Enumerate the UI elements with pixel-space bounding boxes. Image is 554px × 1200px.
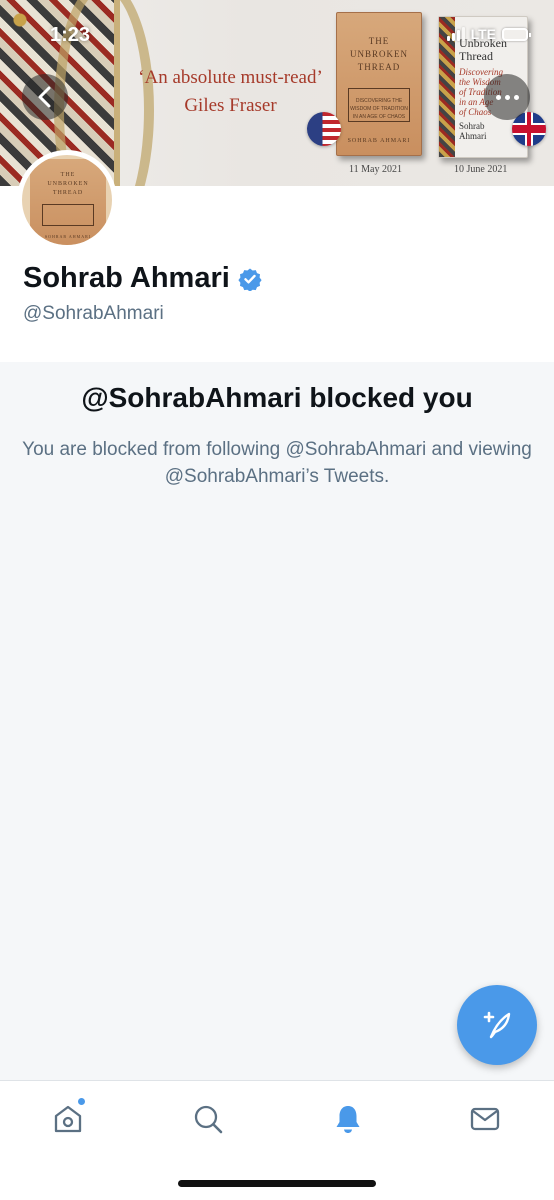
book-us-title-1: THE [368, 36, 390, 46]
search-icon [194, 1105, 223, 1134]
avatar-book-image: THE UNBROKEN THREAD SOHRAB AHMARI [30, 159, 106, 245]
book-uk-title-2: Thread [459, 49, 493, 63]
book-us-subtitle-2: WISDOM OF TRADITION [350, 106, 408, 112]
more-options-button[interactable] [484, 74, 530, 120]
more-dots-icon [495, 94, 519, 100]
book-us-author: SOHRAB AHMARI [347, 138, 411, 144]
status-time: 1:23 [50, 24, 91, 46]
avatar-book-title-1: THE [60, 172, 76, 178]
avatar[interactable]: THE UNBROKEN THREAD SOHRAB AHMARI [17, 150, 117, 250]
compose-feather-icon [483, 1011, 511, 1039]
verified-badge-icon [238, 268, 262, 291]
avatar-book-box [42, 204, 94, 226]
book-us-title-2: UNBROKEN [349, 49, 408, 59]
banner-quote: ‘An absolute must-read’ Giles Fraser [128, 64, 333, 120]
status-indicators: LTE [446, 26, 531, 42]
book-us-date: 11 May 2021 [349, 164, 402, 175]
profile-name-row: Sohrab Ahmari [23, 262, 262, 295]
avatar-book-author: SOHRAB AHMARI [44, 234, 92, 239]
book-us-subtitle-1: DISCOVERING THE [355, 98, 403, 104]
book-cover-us: THE UNBROKEN THREAD DISCOVERING THE WISD… [336, 12, 422, 156]
us-flag-icon [307, 112, 341, 146]
mail-icon [470, 1107, 500, 1131]
battery-icon [502, 27, 531, 41]
blocked-description: You are blocked from following @SohrabAh… [22, 439, 532, 487]
banner-quote-text: ‘An absolute must-read’ [138, 67, 323, 88]
blocked-title: @SohrabAhmari blocked you [81, 382, 473, 413]
book-us-subtitle-box: DISCOVERING THE WISDOM OF TRADITION IN A… [348, 88, 410, 122]
book-us-title-3: THREAD [357, 62, 401, 72]
home-icon [54, 1105, 82, 1133]
tab-messages[interactable] [465, 1099, 505, 1139]
banner-quote-attribution: Giles Fraser [184, 95, 277, 116]
tab-search[interactable] [188, 1099, 228, 1139]
tab-home[interactable] [48, 1097, 88, 1139]
book-uk-date: 10 June 2021 [454, 164, 508, 175]
tab-notifications[interactable] [328, 1099, 368, 1139]
home-indicator [178, 1180, 376, 1187]
book-us-subtitle-3: IN AN AGE OF CHAOS [352, 114, 406, 120]
back-button[interactable] [22, 74, 68, 120]
home-badge-dot [77, 1097, 86, 1106]
display-name: Sohrab Ahmari [23, 262, 230, 294]
bell-icon [336, 1106, 360, 1133]
profile-handle: @SohrabAhmari [23, 303, 164, 324]
avatar-book-title-3: THREAD [52, 190, 84, 196]
avatar-book-title-2: UNBROKEN [47, 181, 89, 187]
signal-icon [446, 27, 465, 41]
network-label: LTE [470, 26, 496, 42]
chevron-left-icon [38, 86, 51, 108]
compose-tweet-button[interactable] [457, 985, 537, 1065]
